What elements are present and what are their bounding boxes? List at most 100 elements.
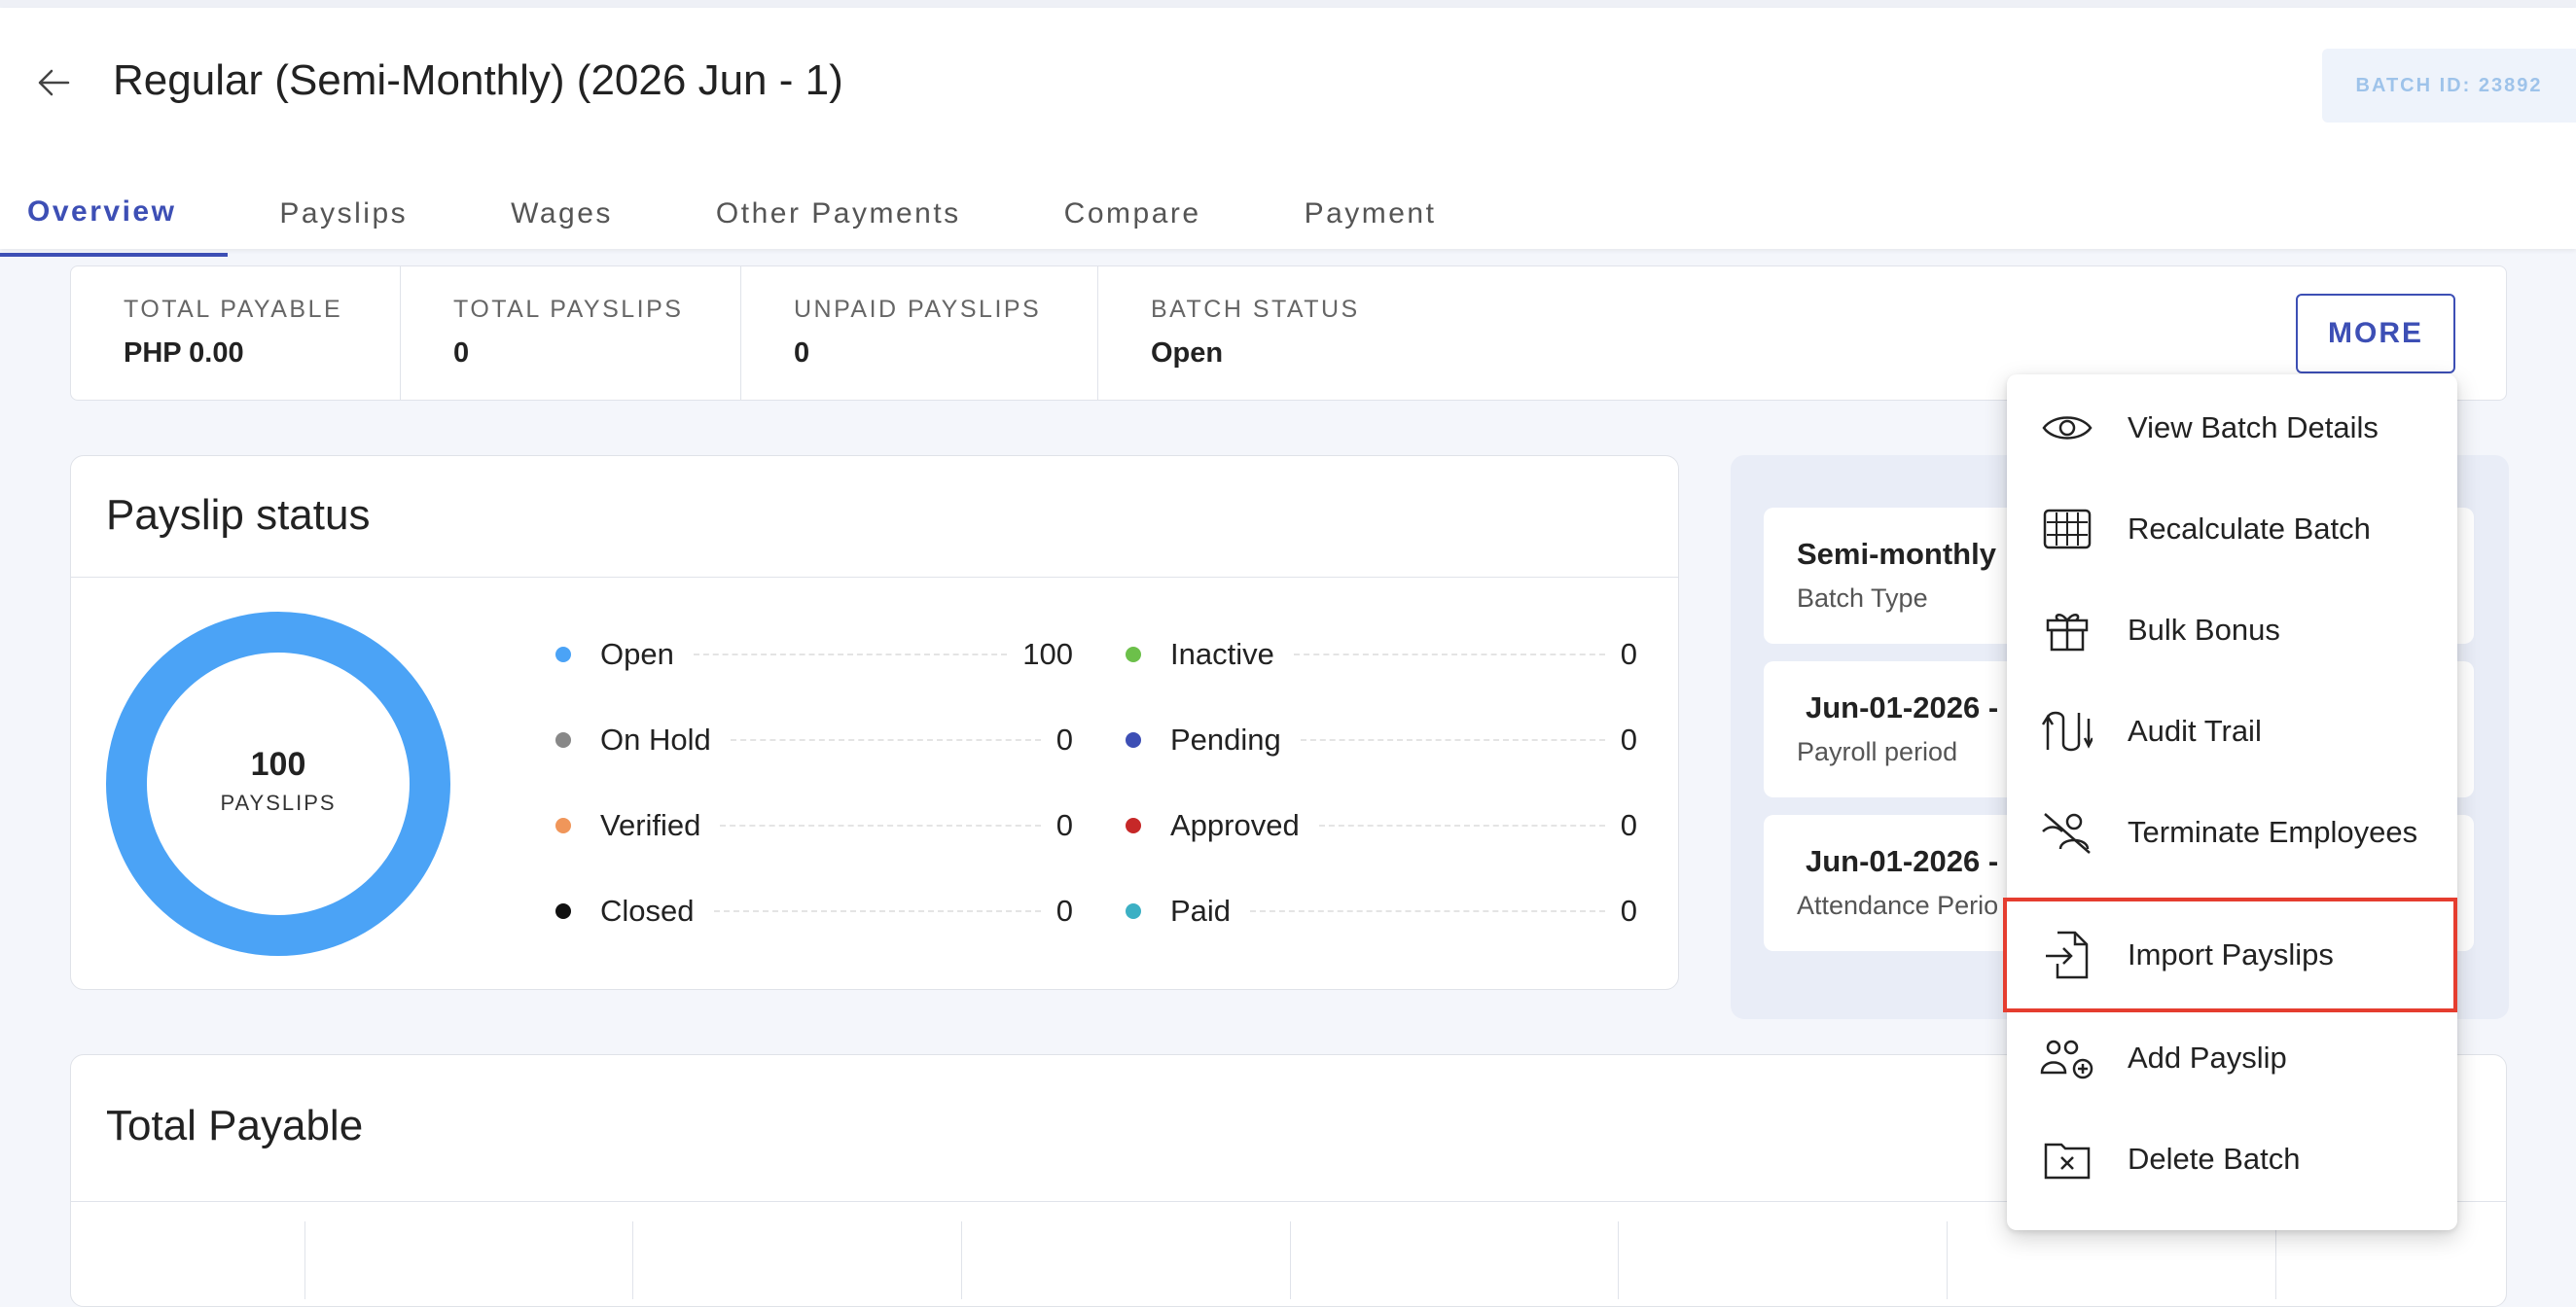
tab-bar: Overview Payslips Wages Other Payments C…: [0, 171, 1487, 257]
legend-value: 0: [1620, 808, 1637, 842]
column-divider: [632, 1221, 633, 1299]
payslip-status-card: Payslip status 100 PAYSLIPS Open 100 On …: [70, 455, 1679, 990]
menu-item-delete-batch[interactable]: Delete Batch: [2007, 1109, 2457, 1210]
legend-leader: [693, 654, 1008, 655]
page-header: Regular (Semi-Monthly) (2026 Jun - 1) BA…: [0, 8, 2576, 257]
legend-name: Closed: [600, 894, 695, 928]
column-divider: [2275, 1221, 2276, 1299]
more-menu: View Batch Details Recalculate Batch Bul…: [2003, 374, 2457, 1230]
legend-item-paid: Paid 0: [1126, 892, 1637, 931]
menu-item-audit-trail[interactable]: Audit Trail: [2007, 681, 2457, 782]
menu-item-label: Terminate Employees: [2128, 815, 2418, 849]
legend-name: Approved: [1170, 808, 1300, 842]
legend-dot: [1126, 818, 1141, 833]
legend-value: 0: [1620, 723, 1637, 757]
tab-payslips[interactable]: Payslips: [228, 171, 459, 257]
legend-item-pending: Pending 0: [1126, 721, 1637, 759]
tab-overview[interactable]: Overview: [0, 171, 229, 257]
legend-name: Inactive: [1170, 637, 1274, 671]
summary-label: TOTAL PAYABLE: [124, 296, 343, 323]
calculator-icon: [2040, 502, 2094, 556]
legend-value: 0: [1055, 894, 1073, 928]
arrow-left-icon: [38, 69, 70, 96]
menu-item-add-payslip[interactable]: Add Payslip: [2007, 1007, 2457, 1109]
info-label: Batch Type: [1797, 583, 1928, 613]
legend-dot: [555, 818, 571, 833]
donut-center-value: 100: [250, 746, 306, 783]
legend-leader: [713, 910, 1041, 912]
info-label: Attendance Perio: [1797, 891, 1999, 920]
legend-leader: [1318, 825, 1605, 827]
menu-item-label: View Batch Details: [2128, 410, 2379, 444]
menu-item-import-payslips[interactable]: Import Payslips: [2003, 898, 2457, 1012]
legend-dot: [1126, 732, 1141, 748]
legend-dot: [1126, 903, 1141, 919]
legend-name: Verified: [600, 808, 701, 842]
page-title: Regular (Semi-Monthly) (2026 Jun - 1): [113, 56, 843, 104]
card-title: Payslip status: [106, 491, 371, 539]
column-divider: [1618, 1221, 1619, 1299]
menu-item-label: Delete Batch: [2128, 1142, 2301, 1176]
legend-value: 0: [1055, 808, 1073, 842]
legend-leader: [720, 825, 1041, 827]
legend-value: 0: [1620, 637, 1637, 671]
summary-batch-status: BATCH STATUS Open: [1098, 266, 1487, 400]
tab-payment[interactable]: Payment: [1253, 171, 1488, 257]
info-value: Semi-monthly: [1797, 537, 1996, 571]
summary-value: Open: [1151, 337, 1224, 369]
legend-value: 0: [1055, 723, 1073, 757]
menu-item-recalculate-batch[interactable]: Recalculate Batch: [2007, 478, 2457, 580]
legend-item-open: Open 100: [555, 635, 1073, 674]
menu-item-bulk-bonus[interactable]: Bulk Bonus: [2007, 580, 2457, 681]
summary-label: BATCH STATUS: [1151, 296, 1360, 323]
legend-value: 0: [1620, 894, 1637, 928]
eye-icon: [2040, 401, 2094, 455]
summary-total-payslips: TOTAL PAYSLIPS 0: [401, 266, 741, 400]
menu-item-label: Import Payslips: [2128, 937, 2334, 971]
top-strip: [0, 0, 2576, 8]
summary-total-payable: TOTAL PAYABLE PHP 0.00: [71, 266, 401, 400]
folder-delete-icon: [2040, 1132, 2094, 1186]
legend-leader: [1293, 654, 1605, 655]
menu-item-view-batch-details[interactable]: View Batch Details: [2007, 377, 2457, 478]
legend-item-on-hold: On Hold 0: [555, 721, 1073, 759]
summary-value: 0: [453, 337, 470, 369]
legend-name: Paid: [1170, 894, 1232, 928]
legend-dot: [1126, 647, 1141, 662]
legend-dot: [555, 903, 571, 919]
menu-item-label: Audit Trail: [2128, 714, 2262, 748]
legend-leader: [1300, 739, 1605, 741]
donut-center-label: PAYSLIPS: [220, 791, 337, 815]
legend-leader: [730, 739, 1041, 741]
audit-trail-icon: [2040, 704, 2094, 759]
menu-item-terminate-employees[interactable]: Terminate Employees: [2007, 782, 2457, 883]
summary-label: UNPAID PAYSLIPS: [794, 296, 1042, 323]
summary-value: PHP 0.00: [124, 337, 244, 369]
donut-ring: [106, 612, 450, 956]
menu-item-label: Recalculate Batch: [2128, 512, 2371, 546]
column-divider: [961, 1221, 962, 1299]
add-users-icon: [2040, 1031, 2094, 1085]
tab-other-payments[interactable]: Other Payments: [664, 171, 1013, 257]
tab-wages[interactable]: Wages: [459, 171, 664, 257]
legend-name: Pending: [1170, 723, 1281, 757]
column-divider: [304, 1221, 305, 1299]
back-button[interactable]: [29, 58, 78, 107]
legend-dot: [555, 647, 571, 662]
gift-icon: [2040, 603, 2094, 657]
tab-compare[interactable]: Compare: [1013, 171, 1253, 257]
legend-dot: [555, 732, 571, 748]
legend-leader: [1250, 910, 1605, 912]
more-button[interactable]: MORE: [2296, 294, 2455, 373]
legend-value: 100: [1022, 637, 1073, 671]
summary-unpaid-payslips: UNPAID PAYSLIPS 0: [741, 266, 1098, 400]
legend-item-closed: Closed 0: [555, 892, 1073, 931]
donut-chart: 100 PAYSLIPS: [106, 612, 450, 956]
column-divider: [1290, 1221, 1291, 1299]
divider: [71, 577, 1678, 578]
legend-name: On Hold: [600, 723, 711, 757]
legend-item-approved: Approved 0: [1126, 806, 1637, 845]
terminate-user-icon: [2040, 805, 2094, 860]
summary-value: 0: [794, 337, 810, 369]
file-import-icon: [2040, 928, 2094, 982]
